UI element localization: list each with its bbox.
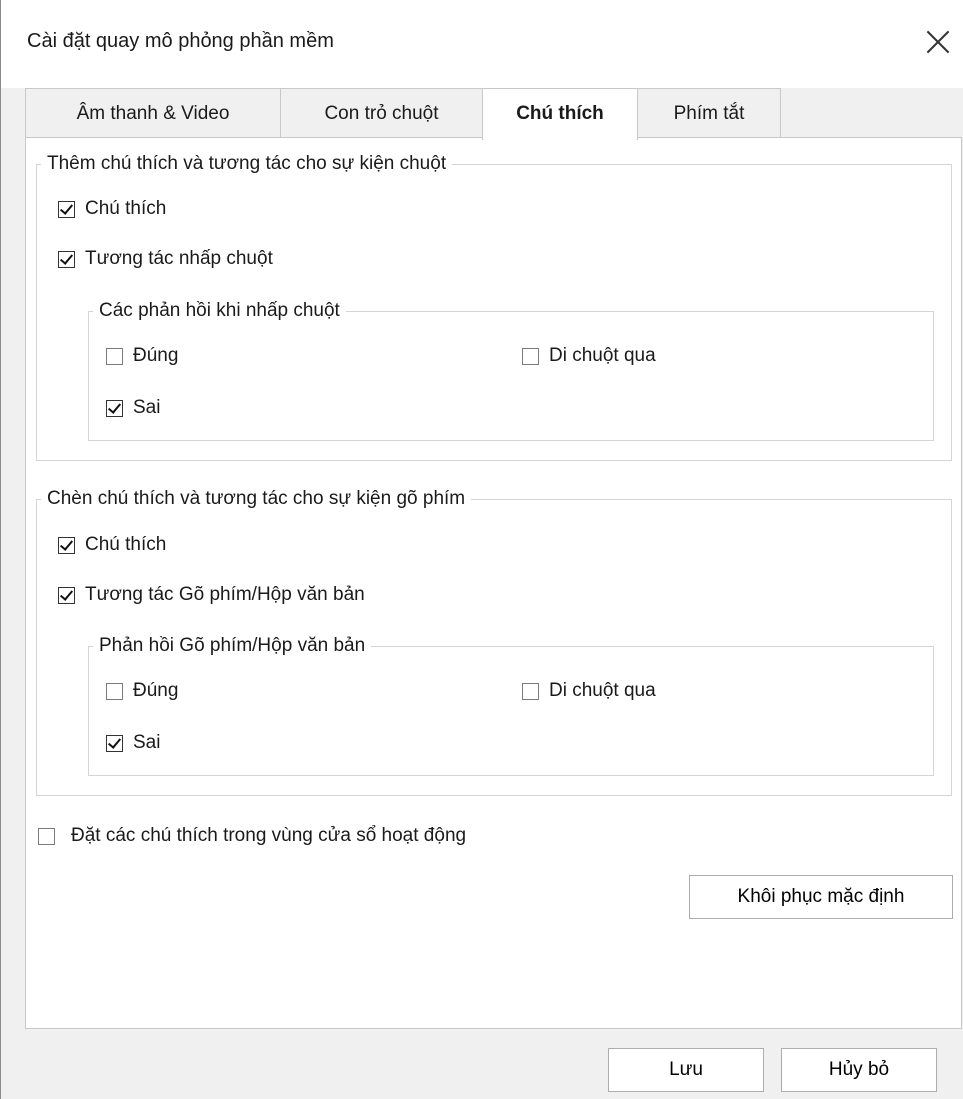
window-title: Cài đặt quay mô phỏng phần mềm: [27, 30, 334, 52]
click-correct-label: Đúng: [133, 345, 179, 366]
typing-interaction-checkbox[interactable]: Tương tác Gõ phím/Hộp văn bản: [58, 584, 365, 606]
checkbox-box[interactable]: [58, 586, 75, 604]
typing-wrong-checkbox[interactable]: Sai: [106, 732, 160, 754]
settings-dialog: Cài đặt quay mô phỏng phần mềm Âm thanh …: [0, 0, 963, 1099]
checkbox-box[interactable]: [106, 734, 123, 752]
save-button[interactable]: Lưu: [608, 1048, 764, 1092]
tab-mouse-cursor[interactable]: Con trỏ chuột: [280, 88, 483, 138]
tab-strip: Âm thanh & Video Con trỏ chuột Chú thích…: [25, 88, 945, 140]
mouse-events-legend: Thêm chú thích và tương tác cho sự kiện …: [47, 153, 447, 174]
typing-feedback-group: Phản hồi Gõ phím/Hộp văn bản: [88, 635, 934, 776]
key-caption-label: Chú thích: [85, 534, 167, 555]
checkbox-box[interactable]: [522, 682, 539, 700]
typing-interaction-label: Tương tác Gõ phím/Hộp văn bản: [85, 584, 365, 605]
typing-correct-checkbox[interactable]: Đúng: [106, 680, 178, 702]
mouse-click-interaction-checkbox[interactable]: Tương tác nhấp chuột: [58, 248, 273, 270]
mouse-caption-label: Chú thích: [85, 198, 167, 219]
checkbox-box[interactable]: [58, 250, 75, 268]
tab-shortcuts[interactable]: Phím tắt: [637, 88, 781, 138]
checkbox-box[interactable]: [522, 347, 539, 365]
click-correct-checkbox[interactable]: Đúng: [106, 345, 178, 367]
mouse-caption-checkbox[interactable]: Chú thích: [58, 198, 166, 220]
place-in-active-window-label: Đặt các chú thích trong vùng cửa sổ hoạt…: [71, 825, 467, 846]
tab-audio-video[interactable]: Âm thanh & Video: [25, 88, 281, 138]
click-wrong-checkbox[interactable]: Sai: [106, 397, 160, 419]
restore-defaults-button[interactable]: Khôi phục mặc định: [689, 875, 953, 919]
checkbox-box[interactable]: [58, 536, 75, 554]
checkbox-box[interactable]: [38, 827, 55, 845]
typing-feedback-legend: Phản hồi Gõ phím/Hộp văn bản: [99, 635, 366, 656]
place-in-active-window-checkbox[interactable]: Đặt các chú thích trong vùng cửa sổ hoạt…: [38, 825, 466, 847]
typing-wrong-label: Sai: [133, 732, 161, 753]
title-bar: Cài đặt quay mô phỏng phần mềm: [1, 0, 963, 88]
click-hover-label: Di chuột qua: [549, 345, 656, 366]
typing-hover-label: Di chuột qua: [549, 680, 656, 701]
click-feedback-group: Các phản hồi khi nhấp chuột: [88, 300, 934, 441]
dialog-footer: Lưu Hủy bỏ: [1, 1040, 963, 1099]
checkbox-box[interactable]: [106, 347, 123, 365]
mouse-click-interaction-label: Tương tác nhấp chuột: [85, 248, 273, 269]
click-wrong-label: Sai: [133, 397, 161, 418]
close-icon[interactable]: [918, 22, 958, 62]
checkbox-box[interactable]: [106, 399, 123, 417]
click-feedback-legend: Các phản hồi khi nhấp chuột: [99, 300, 340, 321]
cancel-button[interactable]: Hủy bỏ: [781, 1048, 937, 1092]
typing-correct-label: Đúng: [133, 680, 179, 701]
key-events-legend: Chèn chú thích và tương tác cho sự kiện …: [47, 488, 466, 509]
click-hover-checkbox[interactable]: Di chuột qua: [522, 345, 656, 367]
checkbox-box[interactable]: [106, 682, 123, 700]
tab-captions[interactable]: Chú thích: [482, 88, 638, 140]
checkbox-box[interactable]: [58, 200, 75, 218]
key-caption-checkbox[interactable]: Chú thích: [58, 534, 166, 556]
captions-panel: Thêm chú thích và tương tác cho sự kiện …: [25, 137, 962, 1029]
typing-hover-checkbox[interactable]: Di chuột qua: [522, 680, 656, 702]
